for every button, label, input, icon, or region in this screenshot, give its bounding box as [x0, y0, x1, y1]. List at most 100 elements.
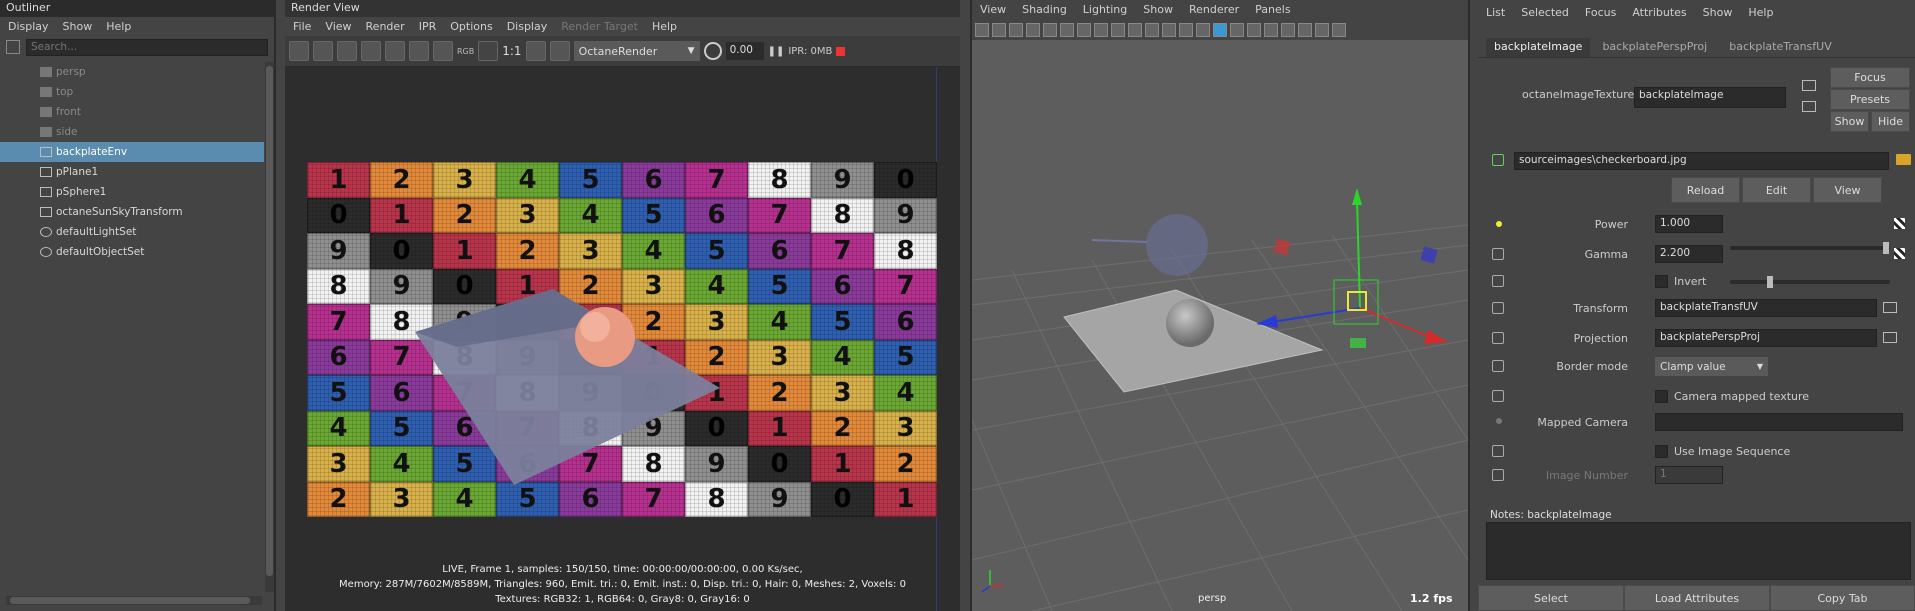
tab-backplate-transf-uv[interactable]: backplateTransfUV [1719, 38, 1842, 57]
tab-backplate-persp-proj[interactable]: backplatePerspProj [1592, 38, 1717, 57]
select-camera-icon[interactable] [975, 22, 989, 37]
image-plane-icon[interactable] [1026, 22, 1040, 37]
outliner-item[interactable]: side [0, 122, 264, 142]
outliner-menu-display[interactable]: Display [8, 20, 49, 33]
fit-frame-icon[interactable] [525, 41, 546, 61]
vp-menu-renderer[interactable]: Renderer [1189, 3, 1239, 16]
exposure-field[interactable]: 0.00 [725, 42, 764, 60]
invert-checkbox[interactable]: Invert [1655, 275, 1706, 288]
go-to-input-icon[interactable] [1802, 80, 1816, 91]
outliner-item[interactable]: defaultLightSet [0, 222, 264, 242]
render-region-icon[interactable] [313, 41, 333, 61]
snapshot-icon[interactable] [337, 41, 357, 61]
outliner-menu-help[interactable]: Help [106, 20, 131, 33]
alpha-channel-icon[interactable] [478, 41, 499, 61]
pause-icon[interactable]: ❚❚ [768, 46, 785, 57]
outliner-item[interactable]: top [0, 82, 264, 102]
hide-button[interactable]: Hide [1871, 111, 1910, 132]
wireframe-icon[interactable] [1196, 22, 1210, 37]
mapped-camera-field[interactable] [1655, 413, 1903, 431]
resolution-gate-icon[interactable] [1111, 22, 1125, 37]
projection-field[interactable]: backplatePerspProj [1655, 329, 1877, 347]
reload-button[interactable]: Reload [1671, 177, 1740, 203]
camera-attrs-icon[interactable] [992, 22, 1006, 37]
keep-image-icon[interactable] [549, 41, 570, 61]
ae-menu-show[interactable]: Show [1703, 6, 1733, 19]
ae-menu-selected[interactable]: Selected [1521, 6, 1569, 19]
bookmarks-icon[interactable] [1009, 22, 1023, 37]
use-image-sequence-checkbox[interactable]: Use Image Sequence [1655, 445, 1790, 458]
filter-icon[interactable] [6, 40, 20, 54]
wireframe-on-shaded-icon[interactable] [1230, 22, 1244, 37]
connection-arrow-icon[interactable] [1883, 332, 1897, 343]
xray-icon[interactable] [1315, 22, 1329, 37]
stop-icon[interactable] [836, 46, 846, 56]
load-attributes-button[interactable]: Load Attributes [1624, 585, 1770, 611]
render-frame-icon[interactable] [289, 41, 309, 61]
exposure-icon[interactable] [703, 42, 722, 60]
tab-backplate-image[interactable]: backplateImage [1486, 38, 1591, 57]
viewport-scene[interactable] [972, 40, 1468, 611]
outliner-item[interactable]: defaultObjectSet [0, 242, 264, 262]
file-path-field[interactable]: sourceimages\checkerboard.jpg [1514, 152, 1889, 170]
render-sequence-icon[interactable] [361, 41, 381, 61]
invert-check[interactable] [1655, 275, 1668, 288]
rv-menu-view[interactable]: View [325, 20, 351, 33]
rv-menu-ipr[interactable]: IPR [419, 20, 437, 33]
map-checker-icon[interactable] [1894, 248, 1905, 259]
outliner-h-scrollbar[interactable] [6, 596, 262, 605]
render-settings-icon[interactable] [433, 41, 453, 61]
folder-icon[interactable] [1896, 154, 1911, 165]
camera-mapped-check[interactable] [1655, 390, 1668, 403]
show-button[interactable]: Show [1830, 111, 1869, 132]
camera-mapped-checkbox[interactable]: Camera mapped texture [1655, 390, 1809, 403]
ae-menu-list[interactable]: List [1486, 6, 1505, 19]
renderer-select[interactable]: OctaneRender ▼ [573, 41, 700, 61]
safe-title-icon[interactable] [1179, 22, 1193, 37]
ratio-button[interactable]: 1:1 [502, 44, 521, 58]
smooth-shade-icon[interactable] [1213, 22, 1227, 37]
notes-textarea[interactable] [1486, 522, 1911, 580]
vp-menu-panels[interactable]: Panels [1255, 3, 1290, 16]
image-number-field[interactable]: 1 [1655, 466, 1723, 484]
focus-button[interactable]: Focus [1830, 67, 1910, 88]
go-to-output-icon[interactable] [1802, 101, 1816, 112]
gamma-field[interactable]: 2.200 [1655, 245, 1723, 263]
border-mode-select[interactable]: Clamp value ▼ [1655, 357, 1768, 376]
rv-menu-file[interactable]: File [293, 20, 311, 33]
isolate-icon[interactable] [1298, 22, 1312, 37]
outliner-item[interactable]: persp [0, 62, 264, 82]
textured-icon[interactable] [1247, 22, 1261, 37]
vp-menu-view[interactable]: View [980, 3, 1006, 16]
use-image-sequence-check[interactable] [1655, 445, 1668, 458]
rv-menu-render-target[interactable]: Render Target [561, 20, 638, 33]
gamma-slider[interactable] [1730, 276, 1890, 288]
grease-pencil-icon[interactable] [1060, 22, 1074, 37]
outliner-search-input[interactable] [26, 38, 268, 56]
rv-menu-display[interactable]: Display [507, 20, 548, 33]
connection-arrow-icon[interactable] [1883, 302, 1897, 313]
ae-menu-help[interactable]: Help [1748, 6, 1773, 19]
vp-menu-shading[interactable]: Shading [1022, 3, 1067, 16]
vp-menu-show[interactable]: Show [1143, 3, 1173, 16]
film-gate-icon[interactable] [1094, 22, 1108, 37]
outliner-menu-show[interactable]: Show [63, 20, 93, 33]
select-button[interactable]: Select [1478, 585, 1624, 611]
gate-mask-icon[interactable] [1128, 22, 1142, 37]
edit-button[interactable]: Edit [1742, 177, 1811, 203]
node-name-field[interactable]: backplateImage [1634, 87, 1786, 108]
xray-joints-icon[interactable] [1332, 22, 1346, 37]
map-checker-icon[interactable] [1894, 218, 1905, 229]
rgb-channel-button[interactable]: RGB [457, 47, 474, 56]
vp-menu-lighting[interactable]: Lighting [1083, 3, 1127, 16]
power-field[interactable]: 1.000 [1655, 215, 1723, 233]
shadows-icon[interactable] [1281, 22, 1295, 37]
field-chart-icon[interactable] [1145, 22, 1159, 37]
grid-toggle-icon[interactable] [1077, 22, 1091, 37]
ae-menu-focus[interactable]: Focus [1585, 6, 1616, 19]
outliner-item[interactable]: octaneSunSkyTransform [0, 202, 264, 222]
transform-field[interactable]: backplateTransfUV [1655, 299, 1877, 317]
outliner-v-scrollbar[interactable] [265, 62, 274, 592]
outliner-item[interactable]: backplateEnv [0, 142, 264, 162]
ae-menu-attributes[interactable]: Attributes [1632, 6, 1686, 19]
